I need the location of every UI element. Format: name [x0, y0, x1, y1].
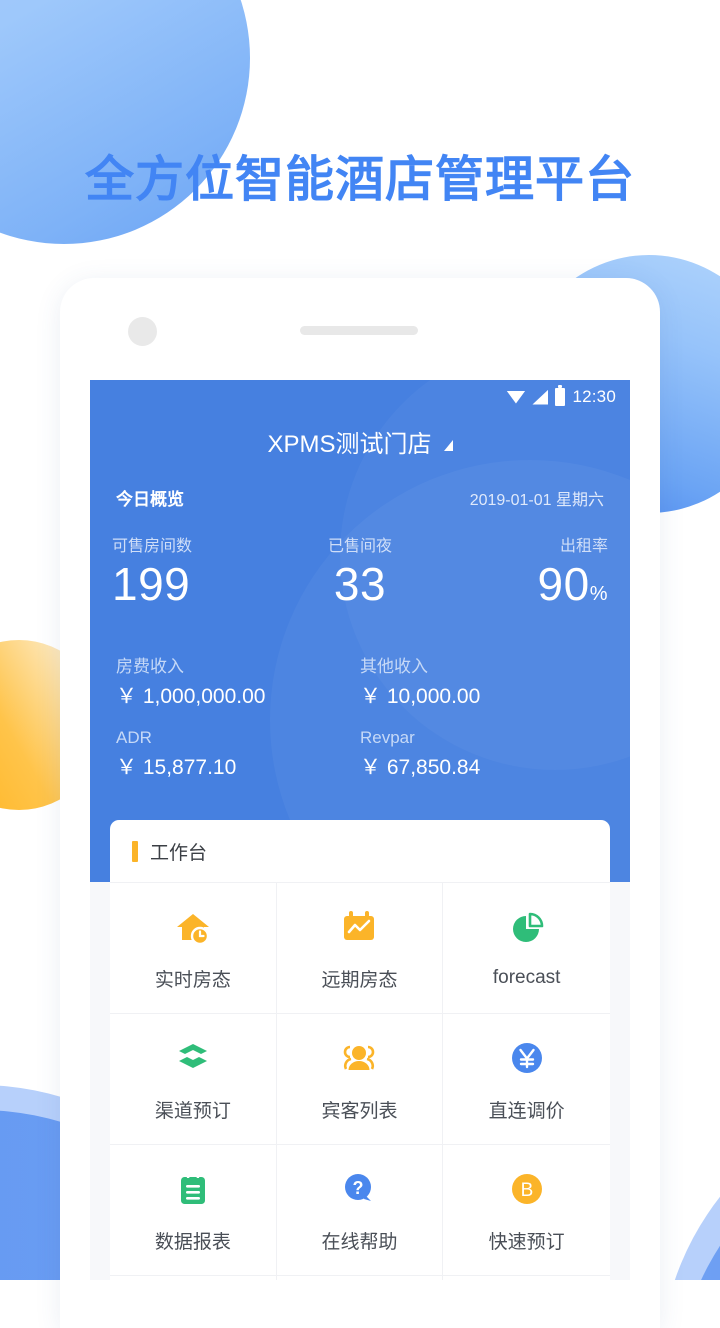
workbench-card: 工作台 实时房态 远期房态 forecast 渠道预订 宾客列表 直连调价 数据…	[110, 820, 610, 1280]
store-name-label: XPMS测试门店	[267, 431, 432, 458]
revenue-value: ￥ 15,877.10	[116, 756, 237, 780]
signal-icon	[532, 389, 549, 405]
revenue-value: ￥ 67,850.84	[360, 756, 481, 780]
revenue-item: 房费收入 ￥ 1,000,000.00	[116, 652, 360, 720]
stat-item: 已售间夜 33	[277, 532, 442, 608]
workbench-item-direct-price-adjust[interactable]: 直连调价	[443, 1014, 610, 1145]
question-bubble-icon: ?	[337, 1167, 381, 1211]
layers-icon	[171, 1036, 215, 1080]
stats-row: 可售房间数 199 已售间夜 33 出租率 90%	[90, 510, 630, 608]
wifi-icon	[506, 390, 526, 404]
phone-screen: 12:30 XPMS测试门店 今日概览 2019-01-01 星期六 可售房间数…	[90, 380, 630, 1280]
svg-text:B: B	[520, 1180, 533, 1201]
workbench-item-label: forecast	[492, 967, 561, 988]
revenue-value: ￥ 1,000,000.00	[116, 685, 266, 709]
yuan-circle-icon	[505, 1036, 549, 1080]
workbench-item-label: 在线帮助	[321, 1231, 398, 1253]
caret-up-icon	[443, 440, 453, 451]
stat-value: 90%	[537, 558, 608, 610]
stat-item: 出租率 90%	[443, 532, 608, 608]
revenue-item: ADR ￥ 15,877.10	[116, 728, 360, 791]
page-title: 全方位智能酒店管理平台	[84, 153, 635, 207]
overview-header: 今日概览 2019-01-01 星期六	[90, 459, 630, 510]
people-icon	[337, 1036, 381, 1080]
overview-date: 2019-01-01 星期六	[469, 492, 604, 509]
phone-camera	[128, 317, 157, 346]
workbench-item-guest-list[interactable]: 宾客列表	[276, 1014, 444, 1145]
workbench-item-partial[interactable]	[276, 1276, 444, 1280]
pie-chart-icon	[505, 907, 549, 951]
workbench-item-label: 直连调价	[488, 1100, 565, 1122]
stat-value: 33	[333, 558, 387, 610]
revenue-label: Revpar	[360, 728, 415, 748]
battery-icon	[555, 385, 566, 406]
workbench-item-online-help[interactable]: ? 在线帮助	[276, 1145, 444, 1276]
accent-bar	[132, 840, 138, 862]
house-clock-icon	[171, 905, 215, 949]
revenue-value: ￥ 10,000.00	[360, 685, 481, 709]
overview-title: 今日概览	[116, 490, 184, 509]
workbench-grid: 实时房态 远期房态 forecast 渠道预订 宾客列表 直连调价 数据报表 ?…	[110, 882, 610, 1280]
workbench-item-partial[interactable]	[110, 1276, 277, 1280]
workbench-item-realtime-room-status[interactable]: 实时房态	[110, 883, 277, 1014]
workbench-header: 工作台	[110, 820, 610, 882]
workbench-item-label: 实时房态	[154, 969, 231, 991]
store-selector[interactable]: XPMS测试门店	[90, 424, 630, 459]
workbench-item-label: 渠道预订	[154, 1100, 231, 1122]
workbench-item-future-room-status[interactable]: 远期房态	[276, 883, 444, 1014]
b-circle-icon: B	[505, 1167, 549, 1211]
revenue-label: 其他收入	[360, 657, 428, 677]
stat-label: 出租率	[559, 538, 608, 555]
workbench-item-data-report[interactable]: 数据报表	[110, 1145, 277, 1276]
calendar-chart-icon	[337, 905, 381, 949]
revenue-label: ADR	[116, 728, 152, 748]
stat-label: 可售房间数	[112, 538, 193, 555]
revenue-grid: 房费收入 ￥ 1,000,000.00 其他收入 ￥ 10,000.00 ADR…	[90, 608, 630, 791]
workbench-item-forecast[interactable]: forecast	[443, 883, 610, 1014]
phone-speaker	[300, 326, 418, 335]
stat-label: 已售间夜	[327, 538, 392, 555]
workbench-item-label: 远期房态	[321, 969, 398, 991]
revenue-label: 房费收入	[116, 657, 184, 677]
status-bar: 12:30	[90, 380, 630, 414]
decor-arc-bottom-right-light	[660, 1090, 720, 1280]
status-bar-time: 12:30	[572, 387, 616, 406]
app-header: 12:30 XPMS测试门店 今日概览 2019-01-01 星期六 可售房间数…	[90, 380, 630, 882]
workbench-title: 工作台	[150, 842, 208, 864]
workbench-item-channel-booking[interactable]: 渠道预订	[110, 1014, 277, 1145]
workbench-item-partial[interactable]	[443, 1276, 610, 1280]
revenue-item: Revpar ￥ 67,850.84	[360, 728, 604, 791]
revenue-item: 其他收入 ￥ 10,000.00	[360, 652, 604, 720]
stat-value: 199	[112, 558, 191, 610]
clipboard-icon	[171, 1167, 215, 1211]
stat-item: 可售房间数 199	[112, 532, 277, 608]
workbench-item-quick-booking[interactable]: B 快速预订	[443, 1145, 610, 1276]
svg-text:?: ?	[353, 1178, 364, 1198]
workbench-item-label: 快速预订	[488, 1231, 565, 1253]
workbench-item-label: 数据报表	[154, 1231, 231, 1253]
stat-unit: %	[589, 583, 608, 605]
workbench-item-label: 宾客列表	[321, 1100, 398, 1122]
